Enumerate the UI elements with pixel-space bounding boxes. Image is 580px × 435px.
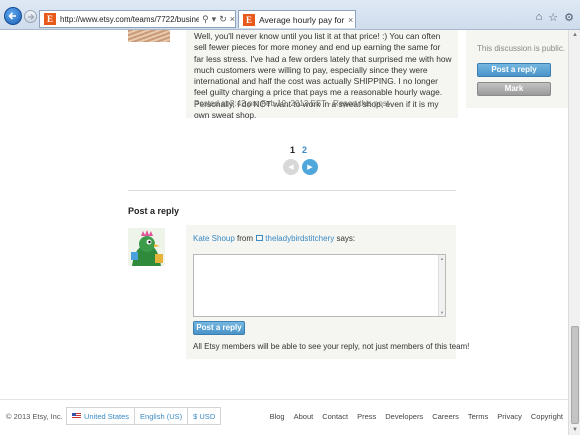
post-reply-heading: Post a reply — [128, 206, 180, 216]
shop-icon — [256, 235, 264, 241]
page-scrollbar[interactable]: ▲ ▼ — [568, 30, 580, 435]
footer-link-developers[interactable]: Developers — [385, 412, 423, 421]
mark-button[interactable]: Mark — [477, 82, 551, 96]
stop-icon[interactable]: × — [230, 14, 235, 24]
next-page-button[interactable]: ▶ — [302, 159, 318, 175]
scroll-up-icon[interactable]: ▲ — [440, 256, 444, 261]
home-icon[interactable]: ⌂ — [536, 11, 543, 24]
flag-icon — [72, 413, 81, 419]
back-arrow-icon — [8, 12, 16, 20]
etsy-favicon: E — [44, 13, 56, 25]
prev-page-button[interactable]: ◀ — [283, 159, 299, 175]
footer-link-careers[interactable]: Careers — [432, 412, 459, 421]
tab-title: Average hourly pay for bea... — [259, 14, 345, 25]
reply-author-line: Kate Shoup from theladybirdstitchery say… — [193, 234, 355, 243]
scroll-up-arrow-icon[interactable]: ▲ — [572, 32, 578, 38]
etsy-favicon: E — [243, 13, 255, 26]
browser-toolbar: E http://www.etsy.com/teams/7722/busines… — [0, 0, 580, 30]
reply-visibility-note: All Etsy members will be able to see you… — [193, 342, 470, 351]
gear-icon[interactable]: ⚙ — [564, 11, 574, 24]
user-name-link[interactable]: Kate Shoup — [193, 234, 235, 243]
submit-reply-button[interactable]: Post a reply — [193, 321, 245, 335]
scroll-down-icon[interactable]: ▼ — [440, 310, 444, 315]
back-button[interactable] — [4, 7, 22, 25]
shop-name-link[interactable]: theladybirdstitchery — [265, 234, 334, 243]
url-text[interactable]: http://www.etsy.com/teams/7722/business-… — [60, 15, 199, 24]
says-text: says: — [336, 234, 356, 243]
poster-avatar — [128, 30, 170, 42]
region-selector[interactable]: United States — [67, 408, 136, 424]
scrollbar-thumb[interactable] — [571, 326, 579, 424]
forward-button[interactable] — [24, 10, 37, 23]
reply-textarea[interactable]: ▲ ▼ — [193, 254, 446, 317]
page-link-2[interactable]: 2 — [302, 145, 307, 155]
copyright-text: © 2013 Etsy, Inc. — [6, 412, 63, 421]
from-text: from — [237, 234, 254, 243]
footer-link-contact[interactable]: Contact — [322, 412, 348, 421]
dropdown-icon[interactable]: ▾ — [212, 14, 217, 25]
textarea-scrollbar[interactable]: ▲ ▼ — [438, 255, 445, 316]
footer-link-about[interactable]: About — [294, 412, 314, 421]
page-current: 1 — [290, 145, 296, 155]
post-meta: Posted at 8:42 pm Feb 19, 2013 EST - Rep… — [194, 99, 389, 108]
search-icon[interactable]: ⚲ — [202, 14, 209, 25]
language-selector[interactable]: English (US) — [135, 408, 189, 424]
footer-link-blog[interactable]: Blog — [270, 412, 285, 421]
star-icon[interactable]: ☆ — [548, 11, 558, 24]
footer-divider — [0, 399, 568, 400]
tab-active[interactable]: E Average hourly pay for bea... × — [238, 10, 356, 28]
next-page-icon: ▶ — [307, 164, 313, 171]
region-label: United States — [84, 411, 130, 421]
report-post-link[interactable]: Report this post — [333, 99, 389, 108]
address-bar[interactable]: E http://www.etsy.com/teams/7722/busines… — [39, 10, 236, 28]
footer-link-terms[interactable]: Terms — [468, 412, 488, 421]
footer-link-copyright[interactable]: Copyright — [531, 412, 563, 421]
post-timestamp: Posted at 8:42 pm Feb 19, 2013 EST — [194, 99, 326, 108]
refresh-icon[interactable]: ↻ — [219, 14, 227, 25]
sidebar-post-reply-button[interactable]: Post a reply — [477, 63, 551, 77]
footer-link-privacy[interactable]: Privacy — [497, 412, 522, 421]
close-icon[interactable]: × — [348, 15, 353, 25]
section-divider — [128, 190, 456, 191]
footer-links: Blog About Contact Press Developers Care… — [270, 412, 563, 421]
currency-selector[interactable]: $ USD — [188, 408, 220, 424]
meta-separator: - — [325, 99, 334, 108]
forward-arrow-icon — [27, 13, 34, 20]
prev-page-icon: ◀ — [288, 164, 294, 171]
scroll-down-arrow-icon[interactable]: ▼ — [572, 427, 578, 433]
user-avatar — [128, 228, 165, 266]
footer-link-press[interactable]: Press — [357, 412, 376, 421]
locale-selector: United States English (US) $ USD — [66, 407, 222, 425]
public-note: This discussion is public. — [477, 44, 566, 53]
